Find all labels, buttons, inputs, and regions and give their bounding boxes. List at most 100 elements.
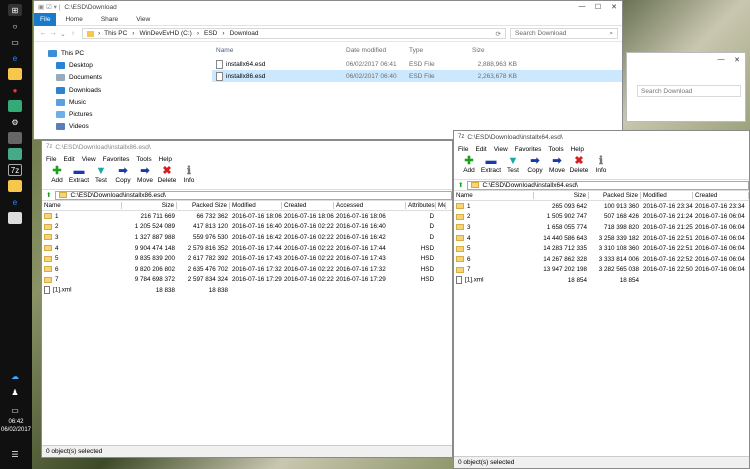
people-icon[interactable]: ♟: [8, 386, 22, 398]
back-arrow-icon[interactable]: ←: [38, 30, 48, 37]
column-created[interactable]: Created: [282, 202, 334, 209]
tab-view[interactable]: View: [127, 16, 159, 23]
maximize-button[interactable]: ☐: [590, 3, 606, 11]
column-size[interactable]: Size: [534, 192, 589, 199]
nav-item-desktop[interactable]: Desktop: [34, 59, 170, 71]
info-button[interactable]: ℹ Info: [178, 165, 200, 184]
forward-arrow-icon[interactable]: →: [48, 30, 58, 37]
list-item[interactable]: 2 1 505 902 747 507 168 426 2016-07-16 21:2…: [454, 212, 749, 223]
refresh-icon[interactable]: ⟳: [496, 30, 501, 38]
list-item[interactable]: 4 14 440 586 643 3 258 339 182 2016-07-16 2…: [454, 233, 749, 244]
path-input[interactable]: C:\ESD\Download\installx86.esd\: [55, 190, 452, 200]
column-name[interactable]: Name: [212, 47, 346, 54]
column-attributes[interactable]: Attributes: [406, 202, 436, 209]
quick-access-toolbar-icon[interactable]: ▣ ☑ ▾ |: [38, 3, 60, 11]
list-item[interactable]: 1 265 093 642 100 913 360 2016-07-16 23:34 2…: [454, 201, 749, 212]
column-accessed[interactable]: Accessed: [334, 202, 406, 209]
column-type[interactable]: Type: [409, 47, 472, 54]
column-name[interactable]: Name: [42, 202, 122, 209]
edge-icon[interactable]: e: [8, 196, 22, 208]
list-item[interactable]: 5 9 835 839 200 2 617 782 392 2016-07-16 17…: [42, 253, 452, 264]
move-button[interactable]: ➡ Move: [134, 165, 156, 184]
nav-item-music[interactable]: Music: [34, 96, 170, 108]
menu-file[interactable]: File: [458, 146, 468, 153]
copy-button[interactable]: ➡ Copy: [524, 155, 546, 174]
edge-icon[interactable]: e: [8, 52, 22, 64]
action-center-icon[interactable]: ☰: [8, 448, 22, 460]
onedrive-icon[interactable]: ☁: [8, 370, 22, 382]
add-button[interactable]: ✚ Add: [46, 165, 68, 184]
nav-item-videos[interactable]: Videos: [34, 121, 170, 133]
menu-file[interactable]: File: [46, 156, 56, 163]
file-row[interactable]: installx64.esd 06/02/2017 06:41 ESD File…: [212, 58, 622, 70]
recent-dropdown-icon[interactable]: ⌄: [58, 30, 68, 38]
store-icon[interactable]: [8, 100, 22, 112]
up-folder-icon[interactable]: ⬆: [46, 191, 51, 199]
minimize-button[interactable]: —: [713, 56, 729, 64]
list-item[interactable]: 1 216 711 669 66 732 362 2016-07-16 18:06 20…: [42, 211, 452, 222]
list-item[interactable]: [1].xml 18 854 18 854: [454, 275, 749, 286]
test-button[interactable]: ▼ Test: [90, 165, 112, 184]
column-modified[interactable]: Modified: [641, 192, 693, 199]
close-button[interactable]: ✕: [606, 3, 622, 11]
breadcrumb-esd[interactable]: ESD: [204, 30, 217, 37]
extract-button[interactable]: ▬ Extract: [480, 155, 502, 174]
menu-edit[interactable]: Edit: [63, 156, 74, 163]
chrome-icon[interactable]: ●: [8, 84, 22, 96]
nav-item-pictures[interactable]: Pictures: [34, 108, 170, 120]
copy-button[interactable]: ➡ Copy: [112, 165, 134, 184]
search-input[interactable]: Search Download ⌕: [510, 28, 618, 39]
column-size[interactable]: Size: [472, 47, 517, 54]
list-item[interactable]: 3 1 658 055 774 718 398 820 2016-07-16 21:2…: [454, 222, 749, 233]
delete-button[interactable]: ✖ Delete: [156, 165, 178, 184]
task-view-icon[interactable]: ▭: [8, 36, 22, 48]
path-input[interactable]: C:\ESD\Download\installx64.esd\: [467, 180, 749, 190]
breadcrumb-this-pc[interactable]: This PC: [104, 30, 127, 37]
column-created[interactable]: Created: [693, 192, 749, 199]
menu-favorites[interactable]: Favorites: [103, 156, 130, 163]
tab-home[interactable]: Home: [56, 16, 91, 23]
list-item[interactable]: 5 14 283 712 335 3 310 108 360 2016-07-16 2…: [454, 243, 749, 254]
list-item[interactable]: 6 14 267 862 328 3 333 814 006 2016-07-16 2…: [454, 254, 749, 265]
menu-help[interactable]: Help: [159, 156, 172, 163]
network-icon[interactable]: ▭: [8, 404, 22, 416]
column-date-modified[interactable]: Date modified: [346, 47, 409, 54]
file-explorer-icon[interactable]: [8, 68, 22, 80]
tab-file[interactable]: File: [34, 12, 57, 26]
folder-icon[interactable]: [8, 180, 22, 192]
list-item[interactable]: 4 9 904 474 148 2 579 816 352 2016-07-16 17…: [42, 243, 452, 254]
list-item[interactable]: 7 13 947 202 198 3 282 565 038 2016-07-16 2…: [454, 265, 749, 276]
delete-button[interactable]: ✖ Delete: [568, 155, 590, 174]
extract-button[interactable]: ▬ Extract: [68, 165, 90, 184]
close-button[interactable]: ✕: [729, 56, 745, 64]
menu-favorites[interactable]: Favorites: [515, 146, 542, 153]
list-item[interactable]: 7 9 784 698 372 2 597 834 324 2016-07-16 17…: [42, 275, 452, 286]
menu-tools[interactable]: Tools: [548, 146, 563, 153]
up-folder-icon[interactable]: ⬆: [458, 181, 463, 189]
menu-tools[interactable]: Tools: [136, 156, 151, 163]
tab-share[interactable]: Share: [92, 16, 127, 23]
clock[interactable]: 06:42 06/02/2017: [0, 418, 32, 434]
file-row[interactable]: installx86.esd 06/02/2017 06:40 ESD File…: [212, 70, 622, 82]
cortana-icon[interactable]: ○: [8, 20, 22, 32]
list-item[interactable]: 3 1 327 887 988 559 976 530 2016-07-16 16:4…: [42, 232, 452, 243]
column-name[interactable]: Name: [454, 192, 534, 199]
breadcrumb[interactable]: › This PC › WinDevEvHD (C:) › ESD › Down…: [82, 28, 506, 39]
column-size[interactable]: Size: [122, 202, 177, 209]
list-item[interactable]: 2 1 205 524 089 417 813 120 2016-07-16 16:4…: [42, 222, 452, 233]
settings-icon[interactable]: ⚙: [8, 116, 22, 128]
nav-item-this-pc[interactable]: This PC: [34, 47, 170, 59]
list-item[interactable]: [1].xml 18 838 18 838: [42, 285, 452, 296]
add-button[interactable]: ✚ Add: [458, 155, 480, 174]
nav-item-documents[interactable]: Documents: [34, 72, 170, 84]
list-item[interactable]: 6 9 820 206 802 2 635 476 702 2016-07-16 17…: [42, 264, 452, 275]
test-button[interactable]: ▼ Test: [502, 155, 524, 174]
column-modified[interactable]: Modified: [230, 202, 282, 209]
breadcrumb-drive[interactable]: WinDevEvHD (C:): [139, 30, 191, 37]
move-button[interactable]: ➡ Move: [546, 155, 568, 174]
menu-view[interactable]: View: [494, 146, 508, 153]
menu-view[interactable]: View: [82, 156, 96, 163]
column-packed-size[interactable]: Packed Size: [589, 192, 641, 199]
up-arrow-icon[interactable]: ↑: [68, 30, 78, 37]
app-icon[interactable]: [8, 132, 22, 144]
